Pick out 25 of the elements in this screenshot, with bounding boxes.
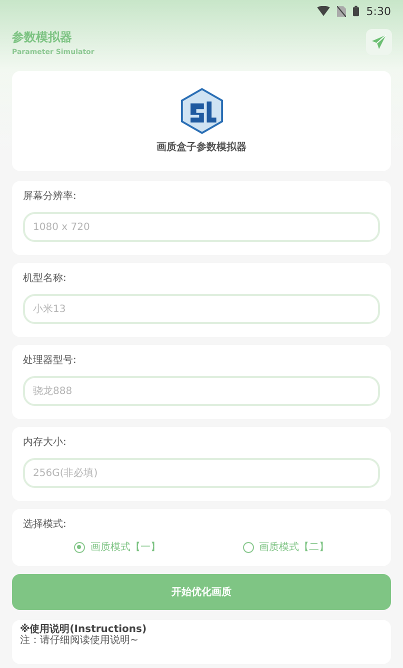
input-field[interactable]: 小米13 [23,294,380,324]
wifi-icon [317,6,330,16]
input-field[interactable]: 256G(非必填) [23,458,380,488]
clock-time: 5:30 [366,4,391,18]
battery-icon [353,5,360,17]
instructions-title: ※使用说明(Instructions) [20,624,148,635]
radio-label[interactable]: 画质模式【二】 [258,540,329,554]
paper-plane-icon [371,34,387,50]
send-button[interactable] [366,29,392,55]
start-button[interactable]: 开始优化画质 [12,574,391,610]
input-field[interactable]: 1080 x 720 [23,212,380,242]
no-sim-icon [337,6,346,16]
field-label: 屏幕分辨率: [23,190,78,203]
input-field[interactable]: 骁龙888 [23,376,380,406]
instructions-note: 注：请仔细阅读使用说明~ [20,635,140,646]
app-title: 参数模拟器 [12,29,73,46]
field-label: 处理器型号: [23,354,78,367]
field-label: 选择模式: [23,518,68,531]
field-label: 机型名称: [23,272,68,285]
radio-button[interactable] [242,542,254,552]
logo-caption: 画质盒子参数模拟器 [156,140,246,154]
radio-button[interactable] [74,542,86,552]
radio-label[interactable]: 画质模式【一】 [90,540,160,554]
hexagon-logo-icon [180,88,222,134]
field-label: 内存大小: [23,436,68,449]
